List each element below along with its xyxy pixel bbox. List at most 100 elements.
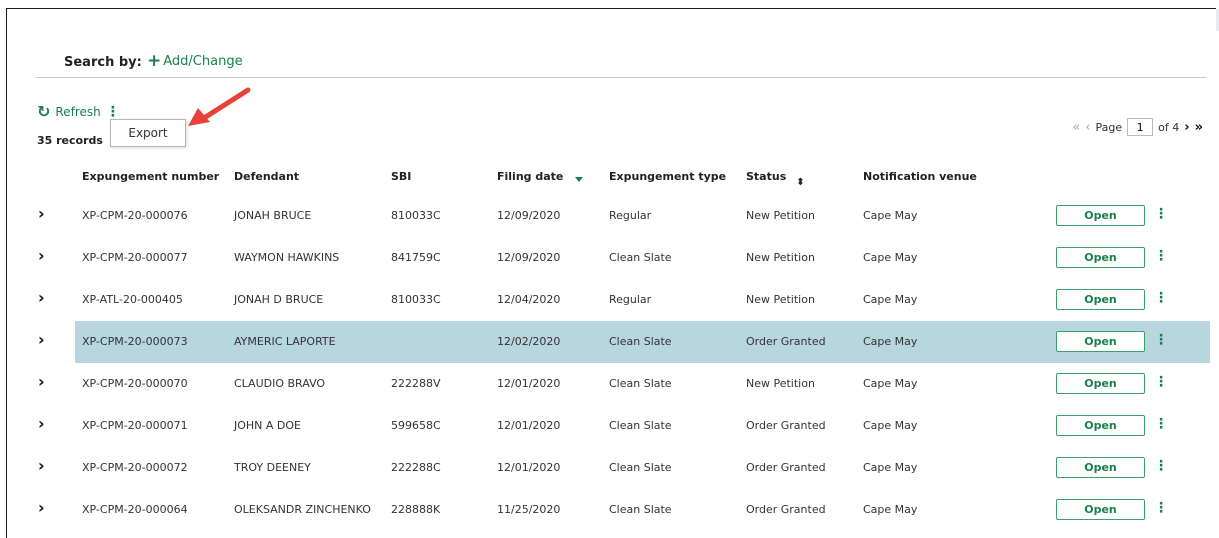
cell-defendant: AYMERIC LAPORTE: [234, 335, 336, 348]
table-row[interactable]: › XP-CPM-20-000076 JONAH BRUCE 810033C 1…: [36, 195, 1210, 237]
cell-sbi: 222288V: [391, 377, 441, 390]
cell-type: Clean Slate: [609, 419, 672, 432]
cell-defendant: WAYMON HAWKINS: [234, 251, 340, 264]
refresh-button[interactable]: ↻ Refresh ⋮: [37, 102, 120, 121]
table-row[interactable]: › XP-CPM-20-000071 JOHN A DOE 599658C 12…: [36, 405, 1210, 447]
col-sbi[interactable]: SBI: [391, 170, 411, 183]
row-more-icon[interactable]: ⋮: [1154, 248, 1168, 264]
cell-venue: Cape May: [863, 377, 918, 390]
refresh-icon: ↻: [37, 102, 51, 121]
col-status[interactable]: Status ⬍: [746, 170, 805, 188]
cell-status: New Petition: [746, 209, 815, 222]
cell-type: Clean Slate: [609, 461, 672, 474]
open-button[interactable]: Open: [1056, 331, 1145, 352]
plus-icon: +: [147, 51, 162, 71]
expand-chevron-icon[interactable]: ›: [38, 456, 45, 475]
cell-venue: Cape May: [863, 419, 918, 432]
open-button[interactable]: Open: [1056, 247, 1145, 268]
cell-sbi: 228888K: [391, 503, 441, 516]
refresh-label: Refresh: [55, 105, 101, 119]
cell-type: Clean Slate: [609, 377, 672, 390]
page-input[interactable]: [1127, 118, 1154, 136]
cell-date: 12/01/2020: [497, 419, 561, 432]
cell-number: XP-CPM-20-000064: [82, 503, 188, 516]
table-row[interactable]: › XP-ATL-20-000405 JONAH D BRUCE 810033C…: [36, 279, 1210, 321]
first-page-icon[interactable]: «: [1072, 120, 1080, 135]
cell-number: XP-CPM-20-000077: [82, 251, 188, 264]
expand-chevron-icon[interactable]: ›: [38, 330, 45, 349]
cell-number: XP-CPM-20-000070: [82, 377, 188, 390]
cell-status: Order Granted: [746, 503, 826, 516]
cell-defendant: TROY DEENEY: [234, 461, 311, 474]
add-change-link[interactable]: + Add/Change: [147, 51, 243, 71]
expand-chevron-icon[interactable]: ›: [38, 498, 45, 517]
col-defendant[interactable]: Defendant: [234, 170, 299, 183]
open-button[interactable]: Open: [1056, 457, 1145, 478]
cell-number: XP-ATL-20-000405: [82, 293, 183, 306]
record-count: 35 records: [37, 134, 103, 147]
table-row[interactable]: › XP-CPM-20-000064 OLEKSANDR ZINCHENKO 2…: [36, 489, 1210, 531]
col-filing-date-label: Filing date: [497, 170, 564, 183]
cell-date: 12/04/2020: [497, 293, 561, 306]
cell-defendant: JOHN A DOE: [234, 419, 301, 432]
cell-number: XP-CPM-20-000071: [82, 419, 188, 432]
table-row-selected[interactable]: › XP-CPM-20-000073 AYMERIC LAPORTE 12/02…: [36, 321, 1210, 363]
col-expungement-number[interactable]: Expungement number: [82, 170, 219, 183]
cell-venue: Cape May: [863, 251, 918, 264]
col-status-label: Status: [746, 170, 787, 183]
cell-status: New Petition: [746, 377, 815, 390]
more-options-icon[interactable]: ⋮: [106, 104, 120, 120]
col-expungement-type[interactable]: Expungement type: [609, 170, 726, 183]
add-change-label: Add/Change: [163, 54, 243, 69]
cell-type: Regular: [609, 209, 652, 222]
open-button[interactable]: Open: [1056, 415, 1145, 436]
page-total: of 4: [1158, 120, 1180, 134]
cell-venue: Cape May: [863, 461, 918, 474]
row-more-icon[interactable]: ⋮: [1154, 332, 1168, 348]
cell-sbi: 810033C: [391, 293, 441, 306]
callout-arrow-icon: [188, 87, 251, 126]
cell-type: Regular: [609, 293, 652, 306]
row-more-icon[interactable]: ⋮: [1154, 500, 1168, 516]
row-more-icon[interactable]: ⋮: [1154, 374, 1168, 390]
table-row[interactable]: › XP-CPM-20-000077 WAYMON HAWKINS 841759…: [36, 237, 1210, 279]
open-button[interactable]: Open: [1056, 373, 1145, 394]
expand-chevron-icon[interactable]: ›: [38, 288, 45, 307]
cell-venue: Cape May: [863, 293, 918, 306]
prev-page-icon[interactable]: ‹: [1085, 120, 1090, 135]
table-header: Expungement number Defendant SBI Filing …: [36, 163, 1210, 191]
expand-chevron-icon[interactable]: ›: [38, 372, 45, 391]
cell-type: Clean Slate: [609, 251, 672, 264]
next-page-icon[interactable]: ›: [1184, 120, 1189, 135]
col-notification-venue[interactable]: Notification venue: [863, 170, 977, 183]
cell-defendant: CLAUDIO BRAVO: [234, 377, 326, 390]
row-more-icon[interactable]: ⋮: [1154, 290, 1168, 306]
expand-chevron-icon[interactable]: ›: [38, 414, 45, 433]
open-button[interactable]: Open: [1056, 499, 1145, 520]
cell-date: 12/01/2020: [497, 461, 561, 474]
table-row[interactable]: › XP-CPM-20-000070 CLAUDIO BRAVO 222288V…: [36, 363, 1210, 405]
row-more-icon[interactable]: ⋮: [1154, 416, 1168, 432]
cell-venue: Cape May: [863, 335, 918, 348]
open-button[interactable]: Open: [1056, 205, 1145, 226]
table-body: › XP-CPM-20-000076 JONAH BRUCE 810033C 1…: [36, 195, 1210, 531]
sort-desc-icon: [575, 177, 584, 182]
expand-chevron-icon[interactable]: ›: [38, 204, 45, 223]
open-button[interactable]: Open: [1056, 289, 1145, 310]
col-filing-date[interactable]: Filing date: [497, 170, 584, 183]
last-page-icon[interactable]: »: [1195, 120, 1203, 135]
divider: [36, 77, 1206, 78]
row-more-icon[interactable]: ⋮: [1154, 458, 1168, 474]
cell-date: 12/02/2020: [497, 335, 561, 348]
cell-date: 12/01/2020: [497, 377, 561, 390]
cell-status: New Petition: [746, 251, 815, 264]
sort-icon: ⬍: [796, 177, 805, 188]
cell-defendant: JONAH D BRUCE: [234, 293, 324, 306]
expand-chevron-icon[interactable]: ›: [38, 246, 45, 265]
table-row[interactable]: › XP-CPM-20-000072 TROY DEENEY 222288C 1…: [36, 447, 1210, 489]
export-menu-item[interactable]: Export: [110, 119, 186, 147]
row-more-icon[interactable]: ⋮: [1154, 206, 1168, 222]
pagination: « ‹ Page of 4 › »: [1072, 118, 1203, 136]
cell-status: New Petition: [746, 293, 815, 306]
search-by-label: Search by:: [64, 55, 142, 70]
